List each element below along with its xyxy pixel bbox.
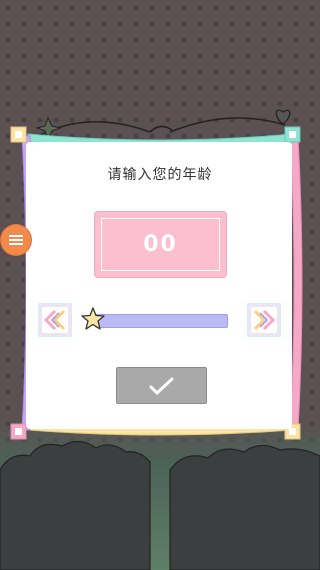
background-ground <box>0 420 320 570</box>
heart-ornament-icon <box>275 109 291 125</box>
confirm-button[interactable] <box>116 367 207 404</box>
age-slider-thumb[interactable] <box>80 306 106 332</box>
menu-icon <box>9 235 23 245</box>
age-prompt-title: 请输入您的年龄 <box>107 167 213 183</box>
age-value: 00 <box>143 232 178 257</box>
decrease-age-button[interactable] <box>38 303 72 337</box>
double-chevron-right-icon <box>247 303 281 337</box>
increase-age-button[interactable] <box>247 303 281 337</box>
age-display: 00 <box>95 212 226 277</box>
menu-button[interactable] <box>1 225 31 255</box>
leaf-ornament-icon <box>35 116 62 142</box>
double-chevron-left-icon <box>38 303 72 337</box>
status-bar <box>0 0 320 22</box>
star-icon <box>81 307 105 330</box>
checkmark-icon <box>149 377 174 395</box>
age-slider-track[interactable] <box>95 314 228 328</box>
